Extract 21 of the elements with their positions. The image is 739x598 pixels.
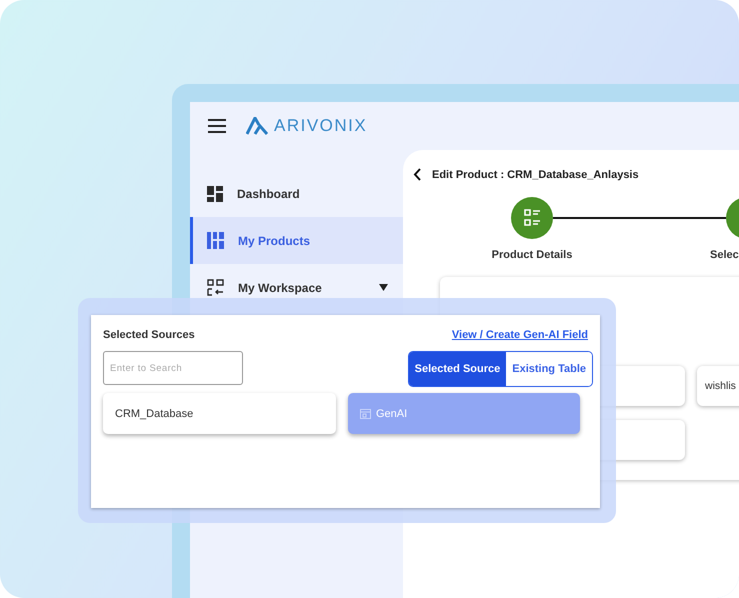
- grid-icon: [207, 232, 224, 249]
- back-icon[interactable]: [413, 168, 421, 181]
- popup-title: Selected Sources: [103, 329, 195, 341]
- dashboard-icon: [207, 186, 223, 202]
- step-label: Selec: [710, 249, 739, 261]
- search-field[interactable]: Enter to Search: [103, 351, 243, 385]
- menu-icon[interactable]: [208, 119, 226, 133]
- table-icon: [360, 408, 371, 418]
- sidebar-item[interactable]: My Products: [190, 217, 403, 264]
- sidebar-item[interactable]: Dashboard: [190, 170, 403, 217]
- logo-text: ARIVONIX: [274, 116, 368, 136]
- step-circle-icon: [511, 197, 553, 239]
- workspace-icon: [207, 279, 224, 296]
- sidebar-item[interactable]: My Workspace: [190, 264, 403, 311]
- logo-icon: [246, 117, 268, 135]
- step-label: Product Details: [492, 249, 572, 261]
- table-tile[interactable]: wishlis: [697, 366, 739, 406]
- page-title: Edit Product : CRM_Database_Anlaysis: [432, 168, 639, 180]
- toggle-button[interactable]: Selected Source: [408, 352, 506, 386]
- source-card[interactable]: CRM_Database: [103, 393, 336, 434]
- gen-ai-link[interactable]: View / Create Gen-AI Field: [452, 329, 588, 341]
